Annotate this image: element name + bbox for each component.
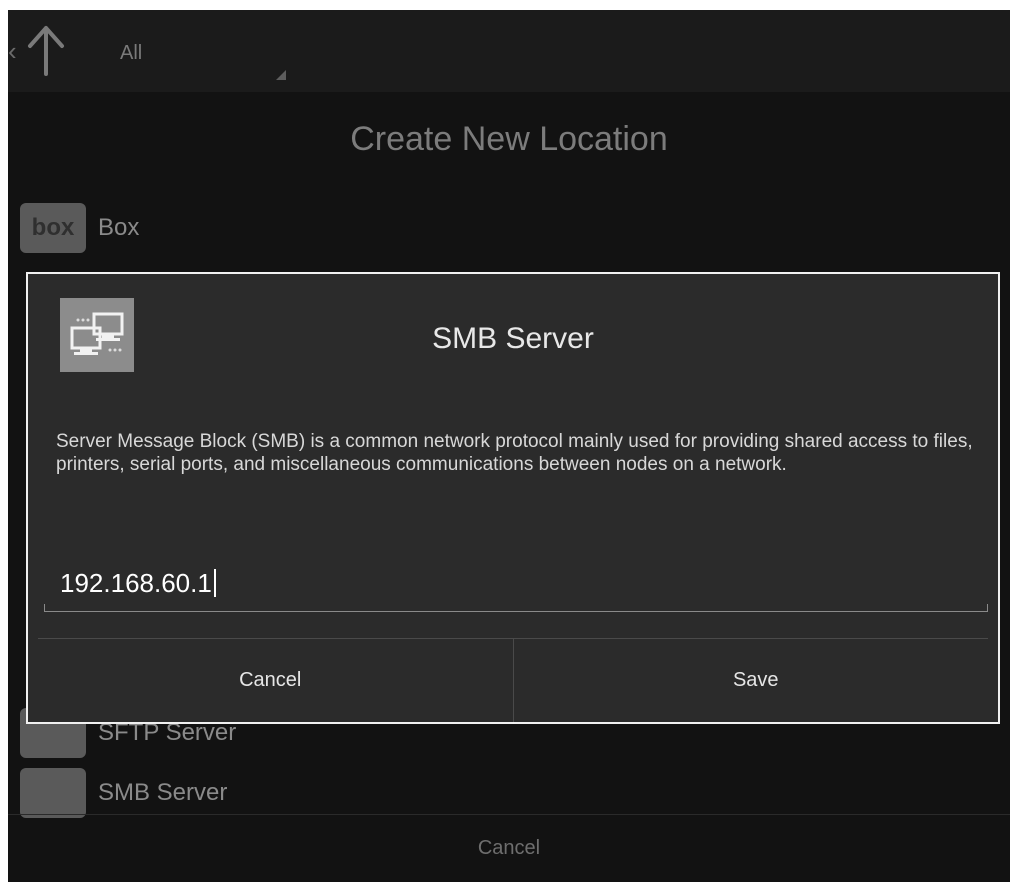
dialog-title: SMB Server — [432, 322, 594, 355]
text-cursor — [213, 569, 216, 597]
chooser-title: Create New Location — [350, 120, 668, 158]
smb-server-dialog: SMB Server Server Message Block (SMB) is… — [26, 272, 1000, 724]
location-item-box[interactable]: box Box — [20, 203, 139, 253]
location-item-smb[interactable]: SMB Server — [20, 768, 227, 818]
dialog-description: Server Message Block (SMB) is a common n… — [56, 431, 973, 475]
network-computers-icon — [20, 768, 86, 818]
location-item-label: Box — [98, 214, 140, 241]
back-caret-icon[interactable]: ‹ — [8, 36, 17, 67]
save-button[interactable]: Save — [514, 639, 999, 722]
input-underline — [44, 611, 988, 612]
server-address-value: 192.168.60.1 — [60, 568, 216, 599]
location-item-label: SMB Server — [98, 779, 228, 806]
input-underline-tick — [987, 604, 988, 612]
dialog-button-bar: Cancel Save — [28, 639, 998, 722]
input-underline-tick — [44, 604, 45, 612]
box-logo-icon: box — [20, 203, 86, 253]
server-address-input[interactable]: 192.168.60.1 — [44, 560, 988, 612]
up-arrow-icon[interactable] — [26, 24, 66, 76]
filter-spinner-label[interactable]: All — [120, 42, 142, 65]
action-bar: ‹ All — [8, 10, 1010, 92]
cancel-button[interactable]: Cancel — [28, 639, 513, 722]
spinner-corner-icon — [276, 70, 286, 80]
chooser-cancel-button[interactable]: Cancel — [8, 815, 1010, 882]
screen: ‹ All Create New Location box Box SFTP S… — [8, 10, 1010, 882]
